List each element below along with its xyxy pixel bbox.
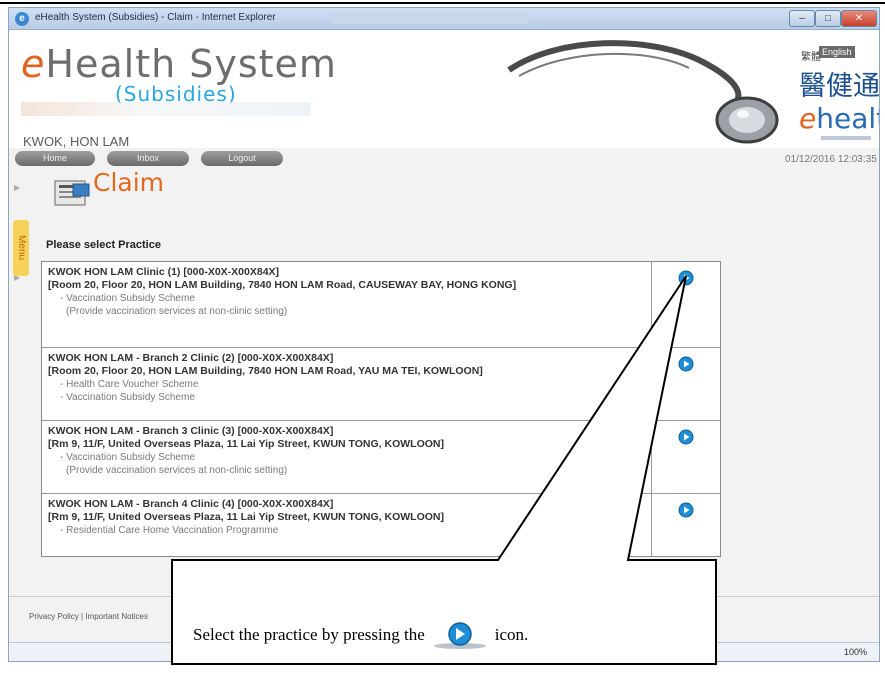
play-circle-icon <box>433 622 486 649</box>
callout-overlay <box>171 275 717 665</box>
callout-box <box>171 275 717 665</box>
callout-text: Select the practice by pressing the icon. <box>193 622 528 650</box>
